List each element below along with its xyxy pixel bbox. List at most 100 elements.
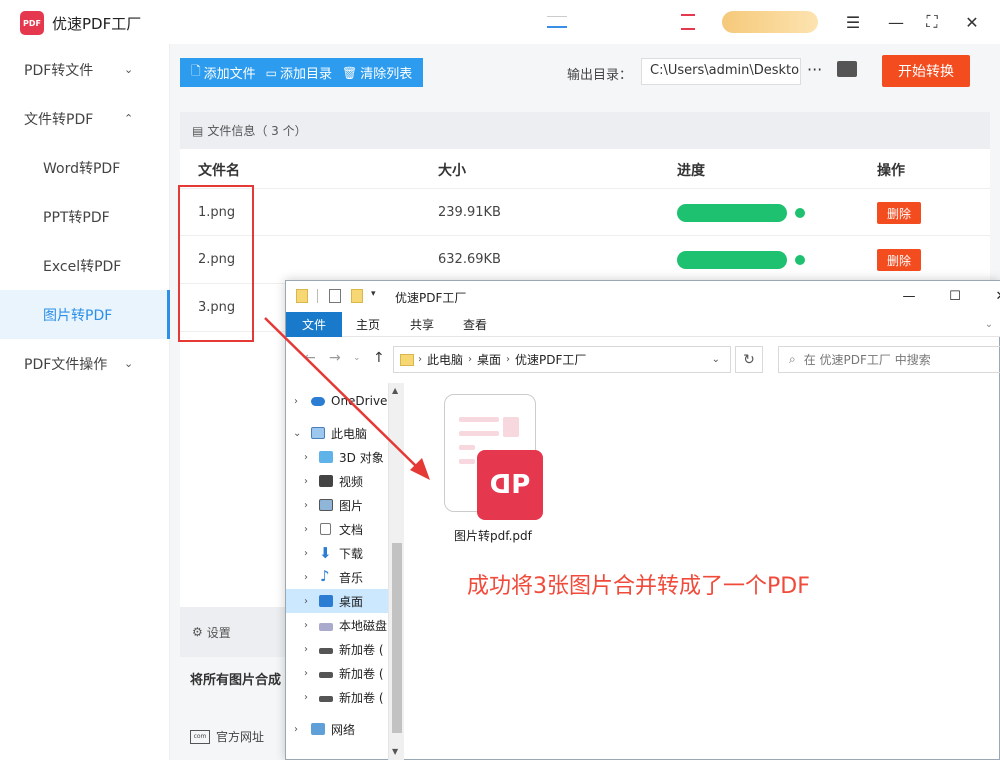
forward-icon[interactable]: →: [329, 350, 341, 366]
tree-item-pictures[interactable]: › 图片: [286, 493, 388, 517]
sidebar-item-pdf-to-file[interactable]: PDF转文件 ⌄: [0, 45, 170, 94]
drive-icon: [319, 696, 333, 702]
chevron-down-icon[interactable]: ⌄: [712, 354, 720, 365]
address-bar[interactable]: › 此电脑 › 桌面 › 优速PDF工厂 ⌄: [393, 346, 731, 373]
tree-item-videos[interactable]: › 视频: [286, 469, 388, 493]
explorer-title: 优速PDF工厂: [395, 291, 467, 305]
sidebar-item-word-to-pdf[interactable]: Word转PDF: [0, 143, 170, 192]
feedback-icon[interactable]: [681, 14, 695, 30]
website-icon: com: [190, 729, 210, 744]
menu-icon[interactable]: ☰: [841, 10, 865, 34]
tree-item-network[interactable]: › 网络: [286, 717, 388, 741]
chevron-right-icon: ›: [468, 354, 473, 365]
clear-list-button[interactable]: 🗑 清除列表: [342, 63, 412, 83]
address-row: ← → ⌄ ↑ › 此电脑 › 桌面 › 优速PDF工厂 ⌄ ↻ ⌕ 在 优速P…: [286, 338, 1000, 380]
chevron-right-icon: ›: [304, 667, 308, 679]
disk-icon: [319, 623, 333, 631]
chevron-right-icon: ›: [506, 354, 511, 365]
folder-icon[interactable]: [296, 289, 308, 303]
close-icon[interactable]: ✕: [986, 285, 1000, 307]
tree-label: 视频: [339, 474, 364, 489]
progress-bar: [677, 251, 787, 269]
sidebar-item-file-to-pdf[interactable]: 文件转PDF ⌃: [0, 94, 170, 143]
file-size: 632.69KB: [438, 252, 501, 267]
tab-home[interactable]: 主页: [356, 312, 380, 337]
chevron-right-icon: ›: [294, 395, 298, 407]
chevron-down-icon[interactable]: ⌄: [982, 312, 996, 337]
scroll-down-icon[interactable]: ▼: [392, 747, 398, 756]
delete-button[interactable]: 删除: [877, 202, 921, 224]
tree-item-volume[interactable]: › 新加卷 (: [286, 661, 388, 685]
up-icon[interactable]: ↑: [373, 350, 385, 366]
tree-item-local-disk[interactable]: › 本地磁盘: [286, 613, 388, 637]
delete-button[interactable]: 删除: [877, 249, 921, 271]
chevron-right-icon: ›: [304, 595, 308, 607]
cube-icon: [319, 451, 333, 463]
vip-badge[interactable]: [722, 11, 818, 33]
chevron-up-icon: ⌃: [124, 112, 134, 125]
close-icon[interactable]: ✕: [960, 10, 984, 34]
column-action: 操作: [877, 163, 905, 179]
pdf-file-name[interactable]: 图片转pdf.pdf: [454, 527, 532, 544]
add-file-button[interactable]: 🗋 添加文件: [191, 62, 256, 83]
tree-label: 网络: [331, 722, 356, 737]
tab-view[interactable]: 查看: [463, 312, 487, 337]
chevron-right-icon: ›: [294, 723, 298, 735]
tree-label: 文档: [339, 522, 364, 537]
search-input[interactable]: ⌕ 在 优速PDF工厂 中搜索: [778, 346, 1000, 373]
tree-item-documents[interactable]: › 文档: [286, 517, 388, 541]
tree-item-3d-objects[interactable]: › 3D 对象: [286, 445, 388, 469]
open-folder-icon[interactable]: [837, 61, 857, 77]
scroll-up-icon[interactable]: ▲: [392, 386, 398, 395]
sidebar-item-excel-to-pdf[interactable]: Excel转PDF: [0, 241, 170, 290]
official-website-link[interactable]: com 官方网址: [190, 728, 264, 745]
table-row: 2.png 632.69KB 删除: [180, 236, 990, 284]
maximize-icon[interactable]: ⛶: [920, 10, 944, 34]
navigation-tree: › OneDrive ⌄ 此电脑 › 3D 对象 › 视频 › 图片 › 文档: [286, 383, 388, 760]
sidebar-item-ppt-to-pdf[interactable]: PPT转PDF: [0, 192, 170, 241]
add-directory-button[interactable]: ▭ 添加目录: [266, 63, 332, 83]
recent-icon[interactable]: ⌄: [353, 353, 361, 363]
sidebar-item-pdf-operations[interactable]: PDF文件操作 ⌄: [0, 339, 170, 388]
more-options-icon[interactable]: ···: [807, 60, 822, 79]
back-icon[interactable]: ←: [304, 350, 316, 366]
desktop-icon: [319, 595, 333, 607]
tree-item-volume[interactable]: › 新加卷 (: [286, 637, 388, 661]
new-folder-icon[interactable]: [351, 289, 363, 303]
sidebar-item-label: PPT转PDF: [43, 209, 110, 226]
tab-share[interactable]: 共享: [410, 312, 434, 337]
output-dir-input[interactable]: C:\Users\admin\Desktop: [641, 58, 801, 85]
tree-item-music[interactable]: › ♪ 音乐: [286, 565, 388, 589]
column-name: 文件名: [198, 163, 240, 179]
dropdown-icon[interactable]: ▾: [371, 289, 381, 303]
pdf-line: [459, 417, 499, 422]
breadcrumb-this-pc[interactable]: 此电脑: [427, 351, 463, 368]
minimize-icon[interactable]: —: [894, 285, 924, 307]
tree-label: 新加卷 (: [339, 642, 384, 657]
sidebar-item-image-to-pdf[interactable]: 图片转PDF: [0, 290, 170, 339]
chevron-down-icon: ⌄: [293, 427, 302, 439]
pdf-file-item[interactable]: ᗡP: [444, 394, 544, 524]
pdf-logo-icon: ᗡP: [477, 450, 543, 520]
tree-item-desktop[interactable]: › 桌面: [286, 589, 388, 613]
tab-file[interactable]: 文件: [286, 312, 342, 337]
tree-label: 图片: [339, 498, 364, 513]
tree-item-downloads[interactable]: › ⬇ 下载: [286, 541, 388, 565]
progress-bar: [677, 204, 787, 222]
maximize-icon[interactable]: ☐: [940, 285, 970, 307]
tree-label: 桌面: [339, 594, 364, 609]
chevron-right-icon: ›: [304, 523, 308, 535]
tree-item-this-pc[interactable]: ⌄ 此电脑: [286, 421, 388, 445]
tree-item-volume[interactable]: › 新加卷 (: [286, 685, 388, 709]
breadcrumb-desktop[interactable]: 桌面: [477, 351, 501, 368]
minimize-icon[interactable]: —: [884, 10, 908, 34]
scroll-thumb[interactable]: [392, 543, 402, 733]
breadcrumb-folder[interactable]: 优速PDF工厂: [515, 351, 586, 368]
properties-icon[interactable]: [329, 289, 341, 303]
start-convert-button[interactable]: 开始转换: [882, 55, 970, 87]
tree-item-onedrive[interactable]: › OneDrive: [286, 389, 388, 413]
refresh-icon[interactable]: ↻: [735, 346, 763, 373]
skin-icon[interactable]: [547, 16, 567, 28]
trash-icon: 🗑: [342, 65, 358, 80]
tree-scrollbar[interactable]: ▲ ▼: [388, 383, 404, 760]
